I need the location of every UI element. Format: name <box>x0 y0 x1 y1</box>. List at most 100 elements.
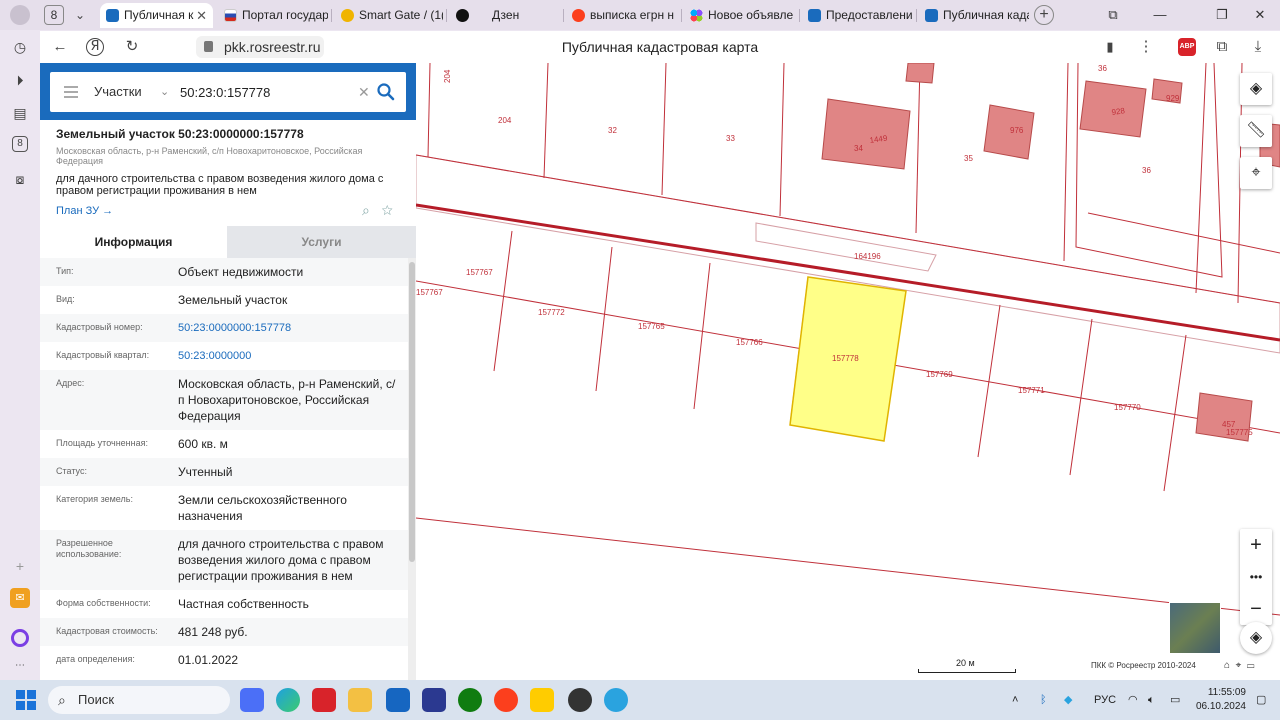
file-explorer-icon[interactable] <box>348 688 372 712</box>
notifications-icon[interactable]: ▢ <box>1256 680 1266 720</box>
url-field[interactable]: pkk.rosreestr.ru <box>196 36 324 58</box>
history-icon[interactable]: ◷ <box>10 37 30 57</box>
zoom-out-button[interactable]: − <box>1240 593 1272 625</box>
language-indicator[interactable]: РУС <box>1094 680 1116 720</box>
search-input[interactable] <box>180 81 350 103</box>
attribute-link[interactable]: 50:23:0000000 <box>178 348 404 364</box>
smart-gate-icon <box>341 9 354 22</box>
ruler-icon[interactable]: 📏︎ <box>1240 115 1272 147</box>
minimize-window-icon[interactable]: — <box>1150 5 1170 25</box>
new-tab-button[interactable]: + <box>1034 5 1054 25</box>
profile-icon[interactable] <box>10 5 30 25</box>
parcel-title: Земельный участок 50:23:0000000:157778 <box>56 127 304 141</box>
yandex-app-icon[interactable] <box>494 688 518 712</box>
restore-window-icon[interactable]: ❐ <box>1212 5 1232 25</box>
telegram-icon[interactable] <box>604 688 628 712</box>
tab-services[interactable]: Услуги <box>227 226 416 258</box>
map-canvas[interactable]: 2042043233341449976359289293636164196157… <box>416 63 1280 680</box>
card-scrollbar[interactable] <box>408 258 416 680</box>
close-tab-icon[interactable]: ✕ <box>196 3 207 28</box>
minimap[interactable] <box>1169 602 1221 654</box>
print-icon[interactable]: ▭ <box>1247 660 1255 671</box>
adblock-plus-icon[interactable]: ABP <box>1178 38 1196 56</box>
tab-smart-gate[interactable]: Smart Gate / (1( <box>335 3 443 28</box>
home-icon[interactable]: ⌂ <box>1224 660 1230 671</box>
zoom-in-button[interactable]: + <box>1240 529 1272 561</box>
tab-divider <box>916 9 917 22</box>
screenshot-icon[interactable]: ⧇ <box>10 169 30 189</box>
play-icon[interactable]: ⏵ <box>10 70 30 90</box>
close-window-icon[interactable]: ✕ <box>1250 5 1270 25</box>
parcel-number-label: 157769 <box>926 370 953 379</box>
more-icon[interactable]: ⋯ <box>10 656 30 676</box>
favorite-star-icon[interactable]: ☆ <box>382 202 393 218</box>
volume-icon[interactable]: 🔈︎ <box>1148 680 1155 720</box>
attribute-label: Вид: <box>56 294 75 304</box>
reload-icon[interactable]: ↻ <box>122 37 142 57</box>
parcel-number-label: 204 <box>498 116 512 125</box>
parcel-number-label: 976 <box>1010 126 1024 135</box>
tab-predostavlenie[interactable]: Предоставлени <box>802 3 914 28</box>
acrobat-icon[interactable] <box>312 688 336 712</box>
attribute-row: Площадь уточненная: 600 кв. м <box>40 430 408 458</box>
tab-gosuslugi[interactable]: Портал государ <box>218 3 328 28</box>
tab-dzen[interactable]: Дзен <box>450 3 560 28</box>
tab-information[interactable]: Информация <box>40 226 227 258</box>
russia-flag-icon <box>224 9 237 22</box>
wifi-icon[interactable]: ◠ <box>1128 680 1138 720</box>
battery-icon[interactable]: ▭ <box>1170 680 1180 720</box>
compass-icon[interactable]: ◈ <box>1240 622 1272 654</box>
clock[interactable]: 11:55:09 06.10.2024 <box>1194 686 1246 714</box>
tab-count-icon[interactable]: 8 <box>12 136 28 152</box>
cadastral-map[interactable]: 204 204 32 33 34 1449 976 35 928 929 36 36 164196 157… <box>416 63 1280 680</box>
parcel-number-label: 157765 <box>638 322 665 331</box>
parcel-number-label: 35 <box>964 154 973 163</box>
layers-icon[interactable]: ◈ <box>1240 73 1272 105</box>
parcel-number-label: 32 <box>608 126 617 135</box>
collections-icon[interactable]: ⧉ <box>1103 5 1123 25</box>
alice-icon[interactable] <box>11 629 29 647</box>
taskbar-search[interactable]: ⌕ Поиск <box>48 686 230 714</box>
l-app-icon[interactable] <box>422 688 446 712</box>
attribute-link[interactable]: 50:23:0000000:157778 <box>178 320 404 336</box>
downloads-icon[interactable]: ⤓ <box>1248 37 1268 57</box>
obs-icon[interactable] <box>568 688 592 712</box>
search-icon[interactable] <box>376 82 396 102</box>
attribute-row: Статус: Учтенный <box>40 458 408 486</box>
edge-icon[interactable] <box>276 688 300 712</box>
navigate-icon[interactable]: ⌖ <box>1236 660 1242 671</box>
zoom-more-button[interactable]: ••• <box>1240 561 1272 593</box>
menu-dots-icon[interactable]: ⋮ <box>1136 37 1156 57</box>
zoom-to-parcel-icon[interactable]: ⌕ <box>362 202 370 218</box>
mail-icon[interactable]: ✉ <box>10 588 30 608</box>
tab-yandex-search[interactable]: выписка егрн н <box>566 3 678 28</box>
chevron-down-icon[interactable]: ⌄ <box>160 72 169 112</box>
telegram-tray-icon[interactable]: ◆ <box>1064 680 1072 720</box>
parcel-number-label: 157771 <box>1018 386 1045 395</box>
building <box>821 98 911 170</box>
windows-start-icon[interactable] <box>16 690 36 710</box>
menu-icon[interactable] <box>64 86 78 98</box>
plan-zu-link[interactable]: План ЗУ → <box>56 205 113 217</box>
locate-icon[interactable]: ⌖ <box>1240 157 1272 189</box>
search-type-select[interactable]: Участки <box>94 72 142 112</box>
tab-pkk-active[interactable]: Публичная к ✕ <box>100 3 213 28</box>
tab-pkk-second[interactable]: Публичная када <box>919 3 1029 28</box>
tray-expand-icon[interactable]: ˄ <box>1012 680 1018 720</box>
tabs-dropdown-icon[interactable]: ⌄ <box>70 5 90 25</box>
tab-counter-button[interactable]: 8 <box>44 5 64 25</box>
yandex-logo-icon[interactable]: Я <box>86 38 104 56</box>
tab-avito[interactable]: Новое объявле <box>684 3 796 28</box>
extensions-icon[interactable]: ⧉ <box>1212 37 1232 57</box>
yandex-browser-icon[interactable] <box>530 688 554 712</box>
zoom-app-icon[interactable] <box>240 688 264 712</box>
add-panel-icon[interactable]: + <box>10 556 30 576</box>
back-icon[interactable]: ← <box>50 37 70 57</box>
xbox-icon[interactable] <box>458 688 482 712</box>
bookmark-icon[interactable]: ▮ <box>1100 37 1120 57</box>
outlook-icon[interactable] <box>386 688 410 712</box>
notes-icon[interactable]: ▤ <box>10 103 30 123</box>
clear-search-icon[interactable]: ✕ <box>358 72 370 112</box>
bluetooth-icon[interactable]: ᛒ <box>1040 680 1047 720</box>
map-footer-icons: ⌂ ⌖ ▭ <box>1224 660 1254 671</box>
